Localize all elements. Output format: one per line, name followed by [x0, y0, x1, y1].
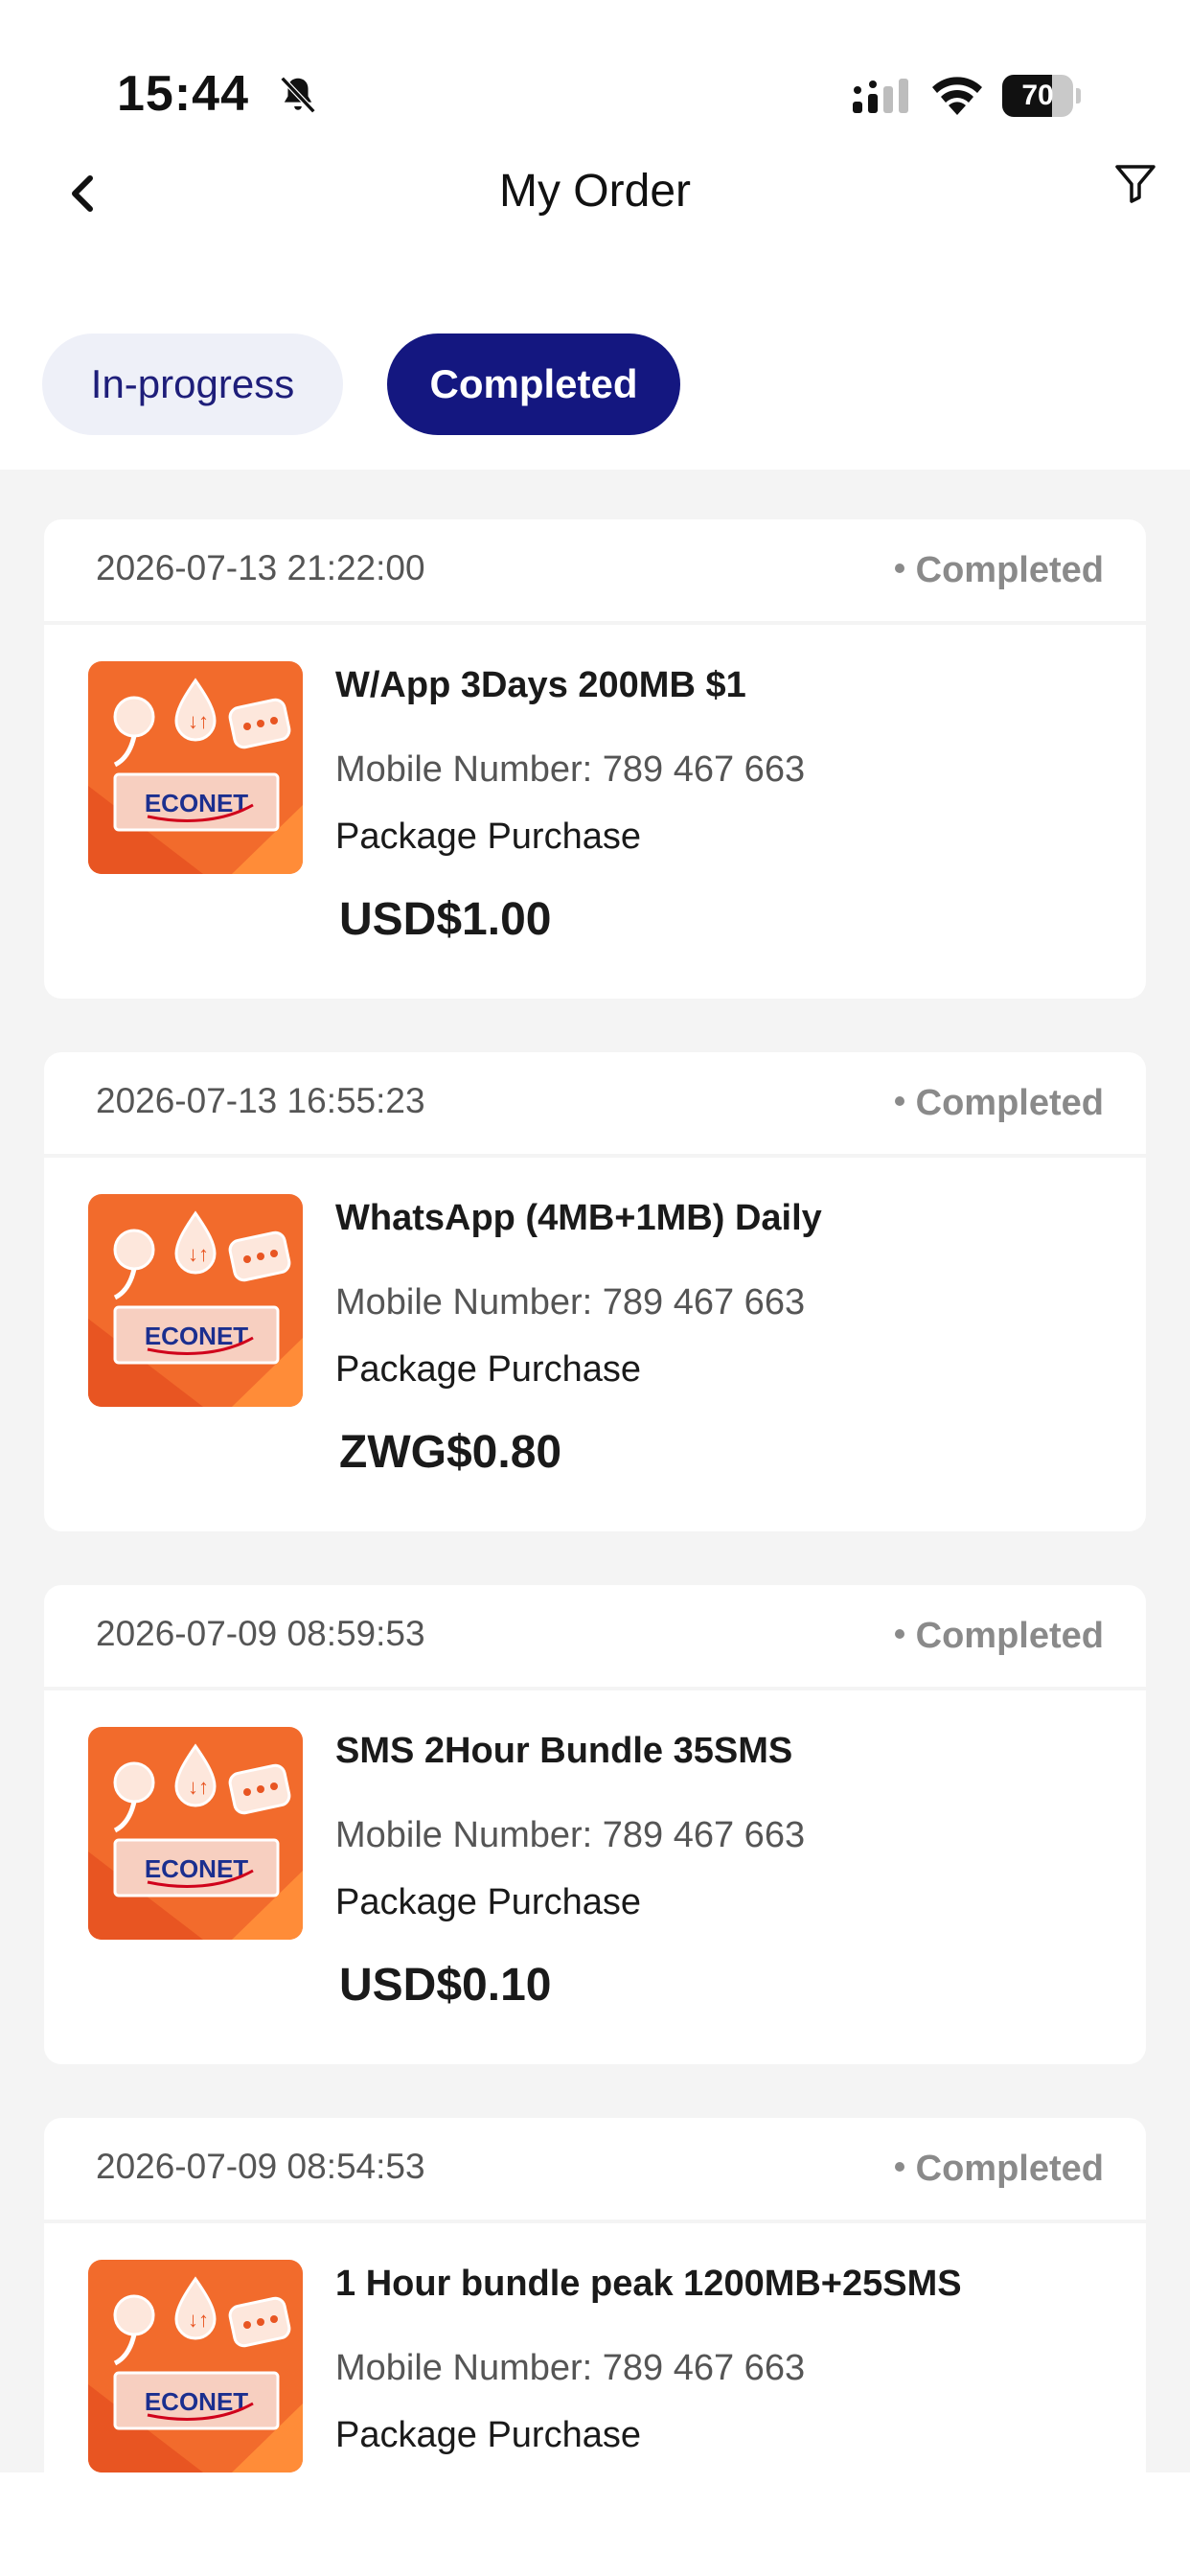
order-card-header: 2026-07-13 21:22:00 Completed	[44, 519, 1146, 625]
package-name: SMS 2Hour Bundle 35SMS	[335, 1731, 793, 1771]
order-type: Package Purchase	[335, 1349, 641, 1390]
mobile-number: Mobile Number: 789 467 663	[335, 1815, 806, 1855]
battery-percent: 70	[1021, 80, 1054, 111]
filter-icon[interactable]	[1111, 159, 1159, 207]
econet-package-thumbnail: ↓↑ ECONET	[88, 2260, 303, 2472]
order-card-header: 2026-07-09 08:59:53 Completed	[44, 1585, 1146, 1690]
order-card-header: 2026-07-13 16:55:23 Completed	[44, 1052, 1146, 1158]
order-card[interactable]: 2026-07-13 16:55:23 Completed ↓↑ ECONET …	[44, 1052, 1146, 1531]
svg-text:↓↑: ↓↑	[188, 709, 209, 733]
order-price: USD$0.10	[339, 1960, 552, 2011]
bottom-safe-area	[0, 2472, 1190, 2576]
order-status: Completed	[894, 1083, 1104, 1124]
svg-text:↓↑: ↓↑	[188, 1775, 209, 1799]
package-name: W/App 3Days 200MB $1	[335, 665, 746, 705]
package-name: WhatsApp (4MB+1MB) Daily	[335, 1198, 822, 1238]
mobile-number: Mobile Number: 789 467 663	[335, 749, 806, 790]
order-list[interactable]: 2026-07-13 21:22:00 Completed ↓↑ ECONET …	[0, 470, 1190, 2472]
bell-muted-icon	[280, 76, 316, 114]
econet-package-thumbnail: ↓↑ ECONET	[88, 1194, 303, 1407]
status-bar: 15:44 70	[0, 0, 1190, 144]
svg-text:↓↑: ↓↑	[188, 1242, 209, 1266]
order-status: Completed	[894, 1616, 1104, 1657]
mobile-number: Mobile Number: 789 467 663	[335, 2348, 806, 2388]
svg-text:↓↑: ↓↑	[188, 2308, 209, 2332]
package-name: 1 Hour bundle peak 1200MB+25SMS	[335, 2264, 962, 2304]
order-datetime: 2026-07-13 16:55:23	[96, 1081, 425, 1120]
order-price: ZWG$0.80	[339, 1427, 562, 1478]
econet-package-thumbnail: ↓↑ ECONET	[88, 1727, 303, 1940]
order-card[interactable]: 2026-07-13 21:22:00 Completed ↓↑ ECONET …	[44, 519, 1146, 999]
econet-package-thumbnail: ↓↑ ECONET	[88, 661, 303, 874]
status-time: 15:44	[117, 66, 249, 122]
order-type: Package Purchase	[335, 816, 641, 857]
order-card[interactable]: 2026-07-09 08:59:53 Completed ↓↑ ECONET …	[44, 1585, 1146, 2064]
order-status: Completed	[894, 550, 1104, 591]
mobile-number: Mobile Number: 789 467 663	[335, 1282, 806, 1322]
order-tabs: In-progress Completed	[0, 326, 1190, 450]
order-datetime: 2026-07-09 08:54:53	[96, 2147, 425, 2186]
app-header: My Order	[0, 144, 1190, 249]
tab-completed[interactable]: Completed	[387, 334, 680, 435]
order-price: USD$1.00	[339, 894, 552, 945]
order-type: Package Purchase	[335, 2415, 641, 2455]
page-title: My Order	[498, 166, 691, 217]
order-datetime: 2026-07-09 08:59:53	[96, 1614, 425, 1653]
signal-icon	[853, 79, 908, 113]
order-status: Completed	[894, 2149, 1104, 2190]
tab-in-progress[interactable]: In-progress	[42, 334, 343, 435]
battery-icon: 70	[1002, 75, 1081, 117]
order-card[interactable]: 2026-07-09 08:54:53 Completed ↓↑ ECONET …	[44, 2118, 1146, 2472]
order-datetime: 2026-07-13 21:22:00	[96, 548, 425, 587]
wifi-icon	[932, 77, 982, 115]
order-card-header: 2026-07-09 08:54:53 Completed	[44, 2118, 1146, 2223]
order-type: Package Purchase	[335, 1882, 641, 1922]
